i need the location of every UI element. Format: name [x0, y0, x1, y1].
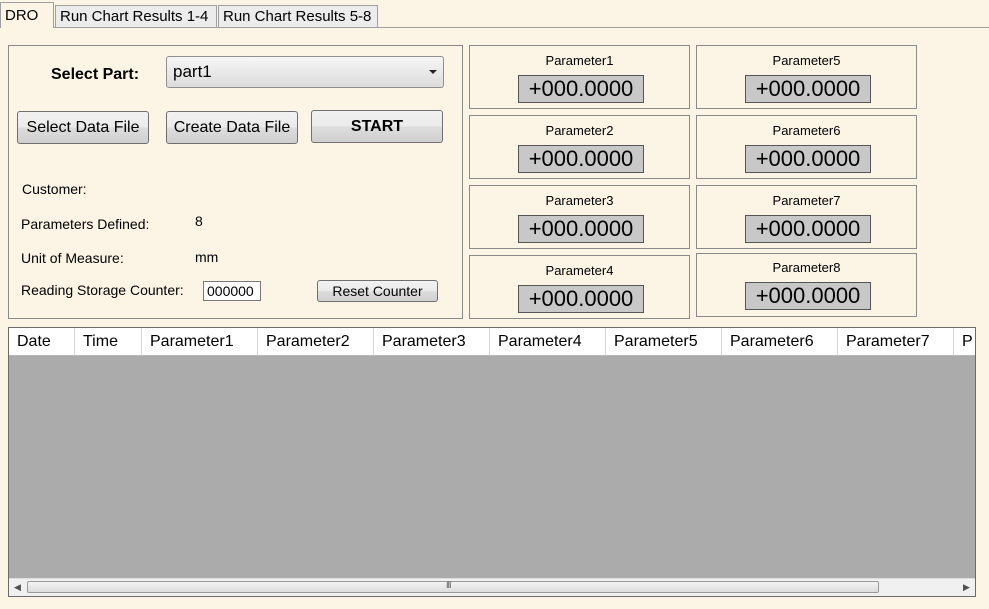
tab-strip: DRO Run Chart Results 1-4 Run Chart Resu…: [0, 0, 989, 28]
scrollbar-grip: III: [446, 580, 451, 590]
setup-panel: Select Part: part1 Select Data File Crea…: [8, 45, 463, 319]
params-defined-value: 8: [195, 213, 203, 229]
parameter-value: +000.0000: [518, 145, 644, 173]
start-button[interactable]: START: [311, 110, 443, 143]
parameter-panel-8: Parameter8 +000.0000: [696, 253, 917, 317]
parameter-value: +000.0000: [745, 282, 871, 310]
counter-label: Reading Storage Counter:: [21, 282, 184, 298]
parameter-panel-5: Parameter5 +000.0000: [696, 45, 917, 109]
parameter-name: Parameter7: [772, 193, 841, 208]
tab-run-chart-1-4[interactable]: Run Chart Results 1-4: [55, 5, 217, 27]
parameter-value: +000.0000: [745, 145, 871, 173]
counter-field: 000000: [203, 281, 261, 301]
tab-divider: [0, 27, 989, 28]
parameter-name: Parameter1: [545, 53, 614, 68]
parameter-name: Parameter6: [772, 123, 841, 138]
chevron-down-icon: [429, 70, 437, 74]
parameter-panel-2: Parameter2 +000.0000: [469, 115, 690, 179]
tab-dro[interactable]: DRO: [0, 2, 54, 28]
horizontal-scrollbar[interactable]: ◀ III ▶: [9, 578, 975, 596]
part-select[interactable]: part1: [166, 56, 444, 88]
scroll-left-arrow-icon[interactable]: ◀: [9, 579, 26, 596]
select-part-label: Select Part:: [51, 66, 140, 83]
column-header-date[interactable]: Date: [9, 328, 75, 355]
parameter-name: Parameter3: [545, 193, 614, 208]
parameter-value: +000.0000: [518, 75, 644, 103]
tab-run-chart-5-8[interactable]: Run Chart Results 5-8: [218, 5, 378, 27]
parameter-value: +000.0000: [745, 75, 871, 103]
parameter-name: Parameter2: [545, 123, 614, 138]
parameter-name: Parameter4: [545, 263, 614, 278]
column-header-parameter8[interactable]: P: [954, 328, 975, 355]
params-defined-label: Parameters Defined:: [21, 216, 150, 232]
column-header-time[interactable]: Time: [75, 328, 142, 355]
part-select-value: part1: [173, 62, 212, 81]
column-header-parameter6[interactable]: Parameter6: [722, 328, 838, 355]
parameter-panel-3: Parameter3 +000.0000: [469, 185, 690, 249]
create-data-file-button[interactable]: Create Data File: [166, 111, 298, 144]
parameter-value: +000.0000: [745, 215, 871, 243]
reset-counter-button[interactable]: Reset Counter: [317, 280, 438, 302]
parameter-panel-7: Parameter7 +000.0000: [696, 185, 917, 249]
parameter-panel-1: Parameter1 +000.0000: [469, 45, 690, 109]
parameter-name: Parameter5: [772, 53, 841, 68]
column-header-parameter4[interactable]: Parameter4: [490, 328, 606, 355]
unit-label: Unit of Measure:: [21, 250, 124, 266]
column-header-parameter2[interactable]: Parameter2: [258, 328, 374, 355]
unit-value: mm: [195, 249, 219, 265]
parameter-panel-4: Parameter4 +000.0000: [469, 255, 690, 319]
grid-header: Date Time Parameter1 Parameter2 Paramete…: [9, 328, 975, 356]
scrollbar-thumb[interactable]: III: [27, 580, 879, 593]
readings-grid[interactable]: Date Time Parameter1 Parameter2 Paramete…: [8, 327, 976, 597]
column-header-parameter5[interactable]: Parameter5: [606, 328, 722, 355]
column-header-parameter3[interactable]: Parameter3: [374, 328, 490, 355]
scroll-right-arrow-icon[interactable]: ▶: [958, 579, 975, 596]
column-header-parameter7[interactable]: Parameter7: [838, 328, 954, 355]
column-header-parameter1[interactable]: Parameter1: [142, 328, 258, 355]
parameter-value: +000.0000: [518, 215, 644, 243]
select-data-file-button[interactable]: Select Data File: [17, 111, 149, 144]
parameter-value: +000.0000: [518, 285, 644, 313]
parameter-panel-6: Parameter6 +000.0000: [696, 115, 917, 179]
parameter-name: Parameter8: [772, 260, 841, 275]
customer-label: Customer:: [22, 181, 87, 197]
